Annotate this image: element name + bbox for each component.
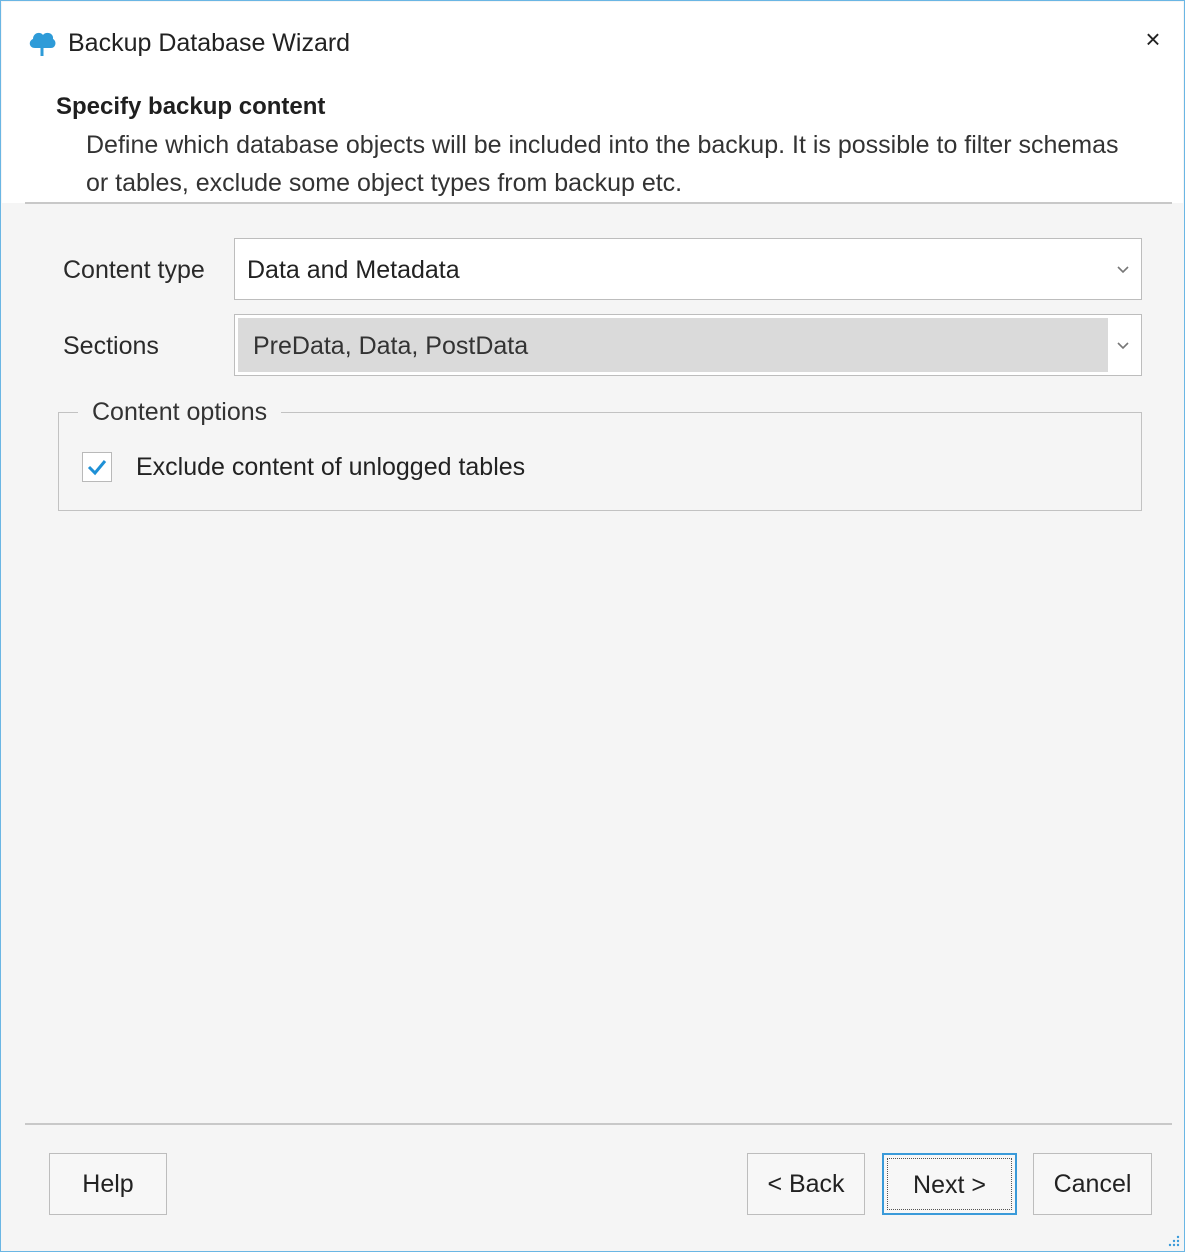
next-button[interactable]: Next > [882,1153,1017,1215]
content-type-label: Content type [63,256,205,284]
title-bar[interactable]: Backup Database Wizard × [2,2,1183,80]
resize-grip-icon[interactable] [1166,1233,1180,1247]
content-type-dropdown[interactable]: Data and Metadata [234,238,1142,300]
sections-label: Sections [63,332,159,360]
footer-divider [25,1123,1172,1125]
cancel-button[interactable]: Cancel [1033,1153,1152,1215]
step-description: Define which database objects will be in… [86,131,1119,197]
chevron-down-icon [1117,342,1129,350]
cloud-tree-icon [26,26,58,58]
wizard-window: Backup Database Wizard × Specify backup … [0,0,1185,1252]
checkmark-icon [87,460,107,476]
step-title: Specify backup content [56,93,326,120]
wizard-header: Backup Database Wizard × Specify backup … [2,2,1183,203]
close-button[interactable]: × [1135,22,1171,58]
help-button[interactable]: Help [49,1153,167,1215]
sections-dropdown[interactable]: PreData, Data, PostData [234,314,1142,376]
window-title: Backup Database Wizard [68,29,351,57]
content-type-value: Data and Metadata [247,256,460,284]
exclude-unlogged-label: Exclude content of unlogged tables [136,453,526,481]
back-button[interactable]: < Back [747,1153,865,1215]
content-options-legend: Content options [78,397,282,427]
sections-value: PreData, Data, PostData [253,332,529,360]
exclude-unlogged-checkbox[interactable] [82,452,112,482]
header-divider [25,202,1172,204]
next-button-label: Next > [913,1171,986,1199]
chevron-down-icon [1117,266,1129,274]
